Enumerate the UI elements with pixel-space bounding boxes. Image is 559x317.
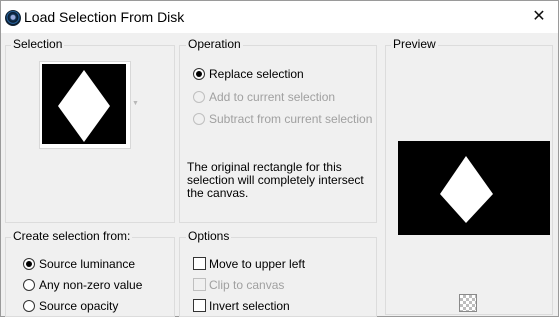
selection-group-label: Selection [11, 37, 65, 51]
selection-thumbnail-picker[interactable] [39, 61, 131, 149]
radio-label: Add to current selection [209, 90, 336, 104]
radio-label: Source luminance [39, 257, 136, 271]
checkerboard-icon[interactable] [459, 294, 477, 312]
app-icon [5, 10, 21, 26]
checkbox[interactable] [193, 299, 206, 312]
window-title: Load Selection From Disk [24, 9, 185, 25]
preview-diamond-shape [440, 156, 493, 223]
checkbox[interactable] [193, 257, 206, 270]
diamond-shape [58, 70, 110, 142]
radio-button[interactable] [23, 300, 35, 312]
checkbox-label: Invert selection [209, 299, 290, 313]
checkbox-label: Move to upper left [209, 257, 306, 271]
radio-label: Subtract from current selection [209, 112, 373, 126]
radio-label: Replace selection [209, 67, 304, 81]
create-selection-group-label: Create selection from: [11, 229, 133, 243]
preview-group-label: Preview [391, 37, 438, 51]
radio-button [193, 113, 205, 125]
checkbox-label: Clip to canvas [209, 278, 285, 292]
checkbox [193, 278, 206, 291]
preview-canvas [398, 141, 550, 235]
radio-button[interactable] [23, 279, 35, 291]
chevron-down-icon[interactable]: ▼ [132, 100, 139, 107]
operation-group-label: Operation [186, 37, 243, 51]
options-group-label: Options [186, 229, 232, 243]
selection-thumbnail [42, 64, 126, 144]
load-selection-dialog: Load Selection From Disk ✕ Selection ▼ O… [0, 0, 559, 317]
radio-button [193, 91, 205, 103]
radio-label: Source opacity [39, 299, 119, 313]
radio-label: Any non-zero value [39, 278, 143, 292]
close-button[interactable]: ✕ [526, 5, 552, 29]
operation-info-text: The original rectangle for this selectio… [187, 160, 364, 200]
radio-button-checked[interactable] [193, 68, 205, 80]
radio-button-checked[interactable] [23, 258, 35, 270]
title-bar[interactable]: Load Selection From Disk ✕ [1, 1, 558, 33]
